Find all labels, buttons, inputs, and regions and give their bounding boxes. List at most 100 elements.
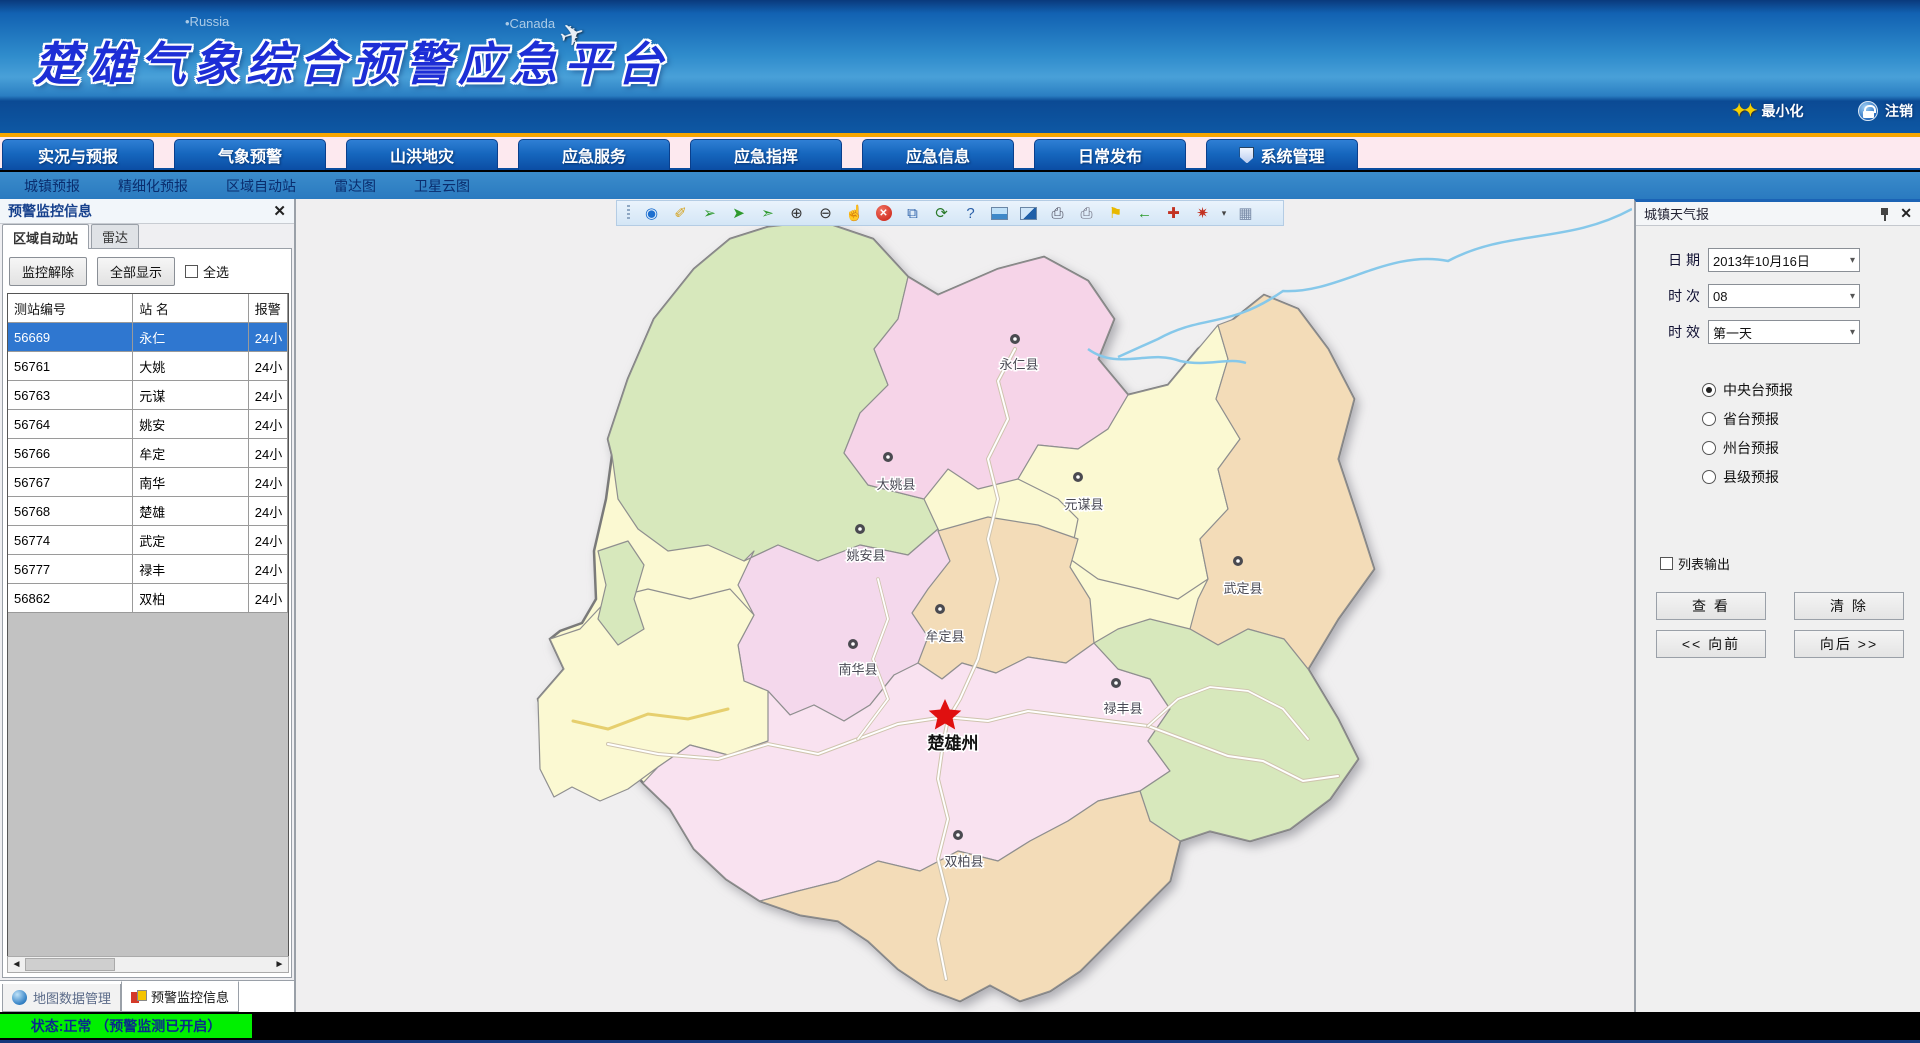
table-row[interactable]: 56774武定24小	[8, 526, 288, 555]
unmonitor-button[interactable]: 监控解除	[9, 257, 87, 286]
table-row[interactable]: 56763元谋24小	[8, 381, 288, 410]
tab-emergency-service[interactable]: 应急服务	[518, 139, 670, 170]
main-nav: 实况与预报 气象预警 山洪地灾 应急服务 应急指挥 应急信息 日常发布 系统管理	[0, 137, 1920, 170]
subnav-fine-forecast[interactable]: 精细化预报	[118, 176, 188, 196]
table-row[interactable]: 56862双柏24小	[8, 584, 288, 613]
radio-icon	[1702, 383, 1716, 397]
next-button[interactable]: 向后 >>	[1794, 630, 1904, 658]
tab-radar[interactable]: 雷达	[91, 224, 139, 248]
validity-select[interactable]: 第一天 ▾	[1708, 320, 1860, 344]
stop-icon[interactable]: ✕	[870, 202, 897, 224]
pan-hand-icon[interactable]: ☝	[841, 202, 868, 224]
shield-icon	[1239, 147, 1254, 164]
radio-county-forecast[interactable]: 县级预报	[1702, 467, 1779, 487]
subnav-town-forecast[interactable]: 城镇预报	[24, 176, 80, 196]
close-icon[interactable]: ✕	[273, 202, 286, 220]
checkbox-icon	[1660, 557, 1673, 570]
panel-title: 预警监控信息	[8, 201, 92, 221]
county-label: 大姚县	[876, 477, 915, 492]
table-row[interactable]: 56764姚安24小	[8, 410, 288, 439]
globe-icon[interactable]: ◉	[638, 202, 665, 224]
tab-weather-warning[interactable]: 气象预警	[174, 139, 326, 170]
table-row[interactable]: 56669永仁24小	[8, 323, 288, 352]
table-header: 测站编号 站 名 报警	[8, 294, 288, 323]
county-label: 禄丰县	[1103, 701, 1142, 716]
tab-emergency-info[interactable]: 应急信息	[862, 139, 1014, 170]
panel-bottom-tabs: 地图数据管理 预警监控信息	[0, 980, 294, 1012]
tab-emergency-command[interactable]: 应急指挥	[690, 139, 842, 170]
warning-blocks-icon	[131, 990, 145, 1004]
scroll-left-icon[interactable]: ◄	[8, 957, 25, 972]
subnav-satellite-cloud[interactable]: 卫星云图	[414, 176, 470, 196]
county-label: 永仁县	[999, 357, 1038, 372]
hour-field-row: 时 次 08 ▾	[1636, 284, 1920, 308]
show-all-button[interactable]: 全部显示	[97, 257, 175, 286]
measure-icon[interactable]: ✐	[667, 202, 694, 224]
scrollbar-thumb[interactable]	[25, 958, 115, 971]
station-table: 测站编号 站 名 报警 56669永仁24小 56761大姚24小 56763元…	[7, 293, 289, 969]
tab-system-admin[interactable]: 系统管理	[1206, 139, 1358, 170]
table-row[interactable]: 56766牟定24小	[8, 439, 288, 468]
tab-live-forecast[interactable]: 实况与预报	[2, 139, 154, 170]
view-button[interactable]: 查 看	[1656, 592, 1766, 620]
radio-prefecture-forecast[interactable]: 州台预报	[1702, 438, 1779, 458]
logout-label: 注销	[1885, 101, 1913, 121]
town-weather-panel: 城镇天气报 ✕ 日 期 2013年10月16日 ▾ 时 次 08 ▾ 时 效 第…	[1634, 199, 1920, 1012]
minimize-button[interactable]: ✦✦ 最小化	[1732, 98, 1804, 124]
select-lasso-icon[interactable]: ➣	[754, 202, 781, 224]
radio-icon	[1702, 470, 1716, 484]
date-select[interactable]: 2013年10月16日 ▾	[1708, 248, 1860, 272]
panel-tabs: 区域自动站 雷达	[0, 224, 141, 248]
full-extent-icon[interactable]: ⧉	[899, 202, 926, 224]
radio-province-forecast[interactable]: 省台预报	[1702, 409, 1779, 429]
zoom-in-icon[interactable]: ⊕	[783, 202, 810, 224]
table-row[interactable]: 56767南华24小	[8, 468, 288, 497]
back-icon[interactable]: ←	[1131, 202, 1158, 224]
prev-button[interactable]: << 向前	[1656, 630, 1766, 658]
subnav-auto-station[interactable]: 区域自动站	[226, 176, 296, 196]
horizontal-scrollbar[interactable]: ◄ ►	[7, 956, 289, 973]
subnav-radar-image[interactable]: 雷达图	[334, 176, 376, 196]
radio-central-forecast[interactable]: 中央台预报	[1702, 380, 1793, 400]
logout-button[interactable]: 注销	[1858, 98, 1913, 124]
print-icon[interactable]: ⎙	[1044, 202, 1071, 224]
minimize-label: 最小化	[1762, 101, 1804, 121]
zoom-out-icon[interactable]: ⊖	[812, 202, 839, 224]
lock-icon	[1858, 101, 1878, 121]
layers-dropdown-icon[interactable]: ▾	[1218, 202, 1230, 224]
table-row[interactable]: 56768楚雄24小	[8, 497, 288, 526]
close-icon[interactable]: ✕	[1900, 205, 1912, 222]
tab-flood-geohazard[interactable]: 山洪地灾	[346, 139, 498, 170]
refresh-icon[interactable]: ⟳	[928, 202, 955, 224]
map-image-icon[interactable]	[1015, 202, 1042, 224]
table-row[interactable]: 56777禄丰24小	[8, 555, 288, 584]
chevron-down-icon: ▾	[1850, 327, 1855, 338]
county-label: 南华县	[838, 662, 877, 677]
list-output-checkbox[interactable]: 列表输出	[1660, 554, 1730, 573]
hour-select[interactable]: 08 ▾	[1708, 284, 1860, 308]
identify-icon[interactable]: ?	[957, 202, 984, 224]
tab-region-auto-station[interactable]: 区域自动站	[2, 224, 89, 249]
select-pointer-icon[interactable]: ➤	[725, 202, 752, 224]
print-setup-icon[interactable]: ⎙	[1073, 202, 1100, 224]
clear-button[interactable]: 清 除	[1794, 592, 1904, 620]
minimize-icon: ✦✦	[1732, 101, 1755, 121]
scroll-right-icon[interactable]: ►	[271, 957, 288, 972]
tab-warning-monitor-info[interactable]: 预警监控信息	[121, 981, 239, 1012]
flash-star-icon[interactable]: ✷	[1189, 202, 1216, 224]
select-all-checkbox[interactable]: 全选	[185, 262, 229, 281]
validity-field-row: 时 效 第一天 ▾	[1636, 320, 1920, 344]
tab-daily-publish[interactable]: 日常发布	[1034, 139, 1186, 170]
tab-map-data-management[interactable]: 地图数据管理	[2, 984, 121, 1012]
app-title: 楚雄气象综合预警应急平台	[34, 28, 670, 94]
marker-pin-icon[interactable]: ⚑	[1102, 202, 1129, 224]
app-banner: •Russia •Canada ✈ 楚雄气象综合预警应急平台 ✦✦ 最小化 注销	[0, 0, 1920, 133]
county-map: 永仁县 大姚县 元谋县 姚安县 武定县 牟定县 南华县 禄丰县 双柏县 楚雄州	[298, 199, 1632, 1012]
export-image-icon[interactable]	[986, 202, 1013, 224]
select-polygon-icon[interactable]: ➢	[696, 202, 723, 224]
map-viewport[interactable]: 永仁县 大姚县 元谋县 姚安县 武定县 牟定县 南华县 禄丰县 双柏县 楚雄州 …	[298, 199, 1632, 1012]
overlay-add-icon[interactable]: ✚	[1160, 202, 1187, 224]
pin-icon[interactable]	[1880, 207, 1890, 221]
legend-icon[interactable]: ▦	[1232, 202, 1259, 224]
table-row[interactable]: 56761大姚24小	[8, 352, 288, 381]
